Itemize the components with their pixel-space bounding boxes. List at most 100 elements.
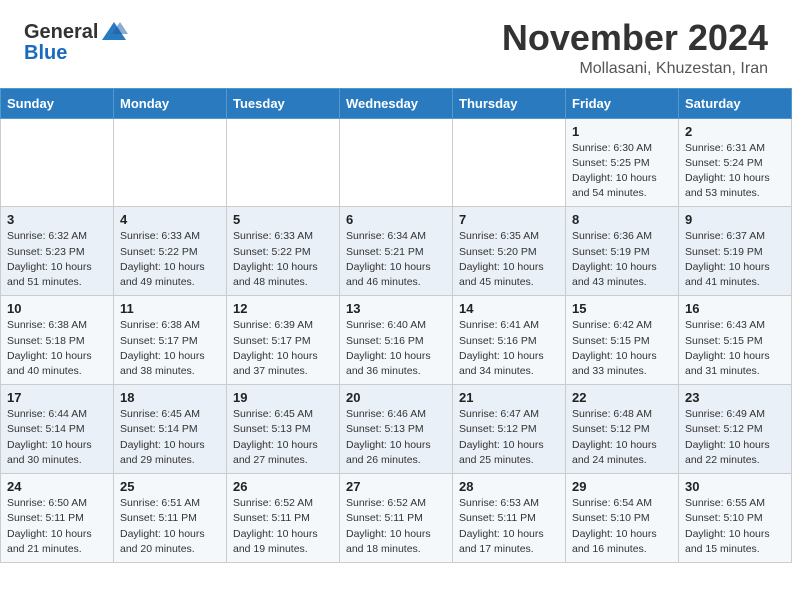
day-number: 9 bbox=[685, 212, 785, 227]
calendar-week-row: 3 Sunrise: 6:32 AM Sunset: 5:23 PM Daylig… bbox=[1, 207, 792, 296]
calendar-cell: 17 Sunrise: 6:44 AM Sunset: 5:14 PM Dayli… bbox=[1, 385, 114, 474]
day-number: 13 bbox=[346, 301, 446, 316]
day-of-week-header: Monday bbox=[114, 88, 227, 118]
logo-icon bbox=[100, 18, 128, 46]
day-number: 4 bbox=[120, 212, 220, 227]
day-info: Sunrise: 6:52 AM Sunset: 5:11 PM Dayligh… bbox=[346, 496, 446, 557]
calendar-cell: 3 Sunrise: 6:32 AM Sunset: 5:23 PM Daylig… bbox=[1, 207, 114, 296]
day-info: Sunrise: 6:46 AM Sunset: 5:13 PM Dayligh… bbox=[346, 407, 446, 468]
day-number: 18 bbox=[120, 390, 220, 405]
day-of-week-header: Saturday bbox=[679, 88, 792, 118]
calendar-cell: 30 Sunrise: 6:55 AM Sunset: 5:10 PM Dayli… bbox=[679, 474, 792, 563]
calendar-cell: 20Sunrise: 6:46 AM Sunset: 5:13 PM Dayli… bbox=[340, 385, 453, 474]
day-info: Sunrise: 6:36 AM Sunset: 5:19 PM Dayligh… bbox=[572, 229, 672, 290]
calendar-cell bbox=[340, 118, 453, 207]
day-number: 26 bbox=[233, 479, 333, 494]
day-info: Sunrise: 6:38 AM Sunset: 5:18 PM Dayligh… bbox=[7, 318, 107, 379]
day-info: Sunrise: 6:53 AM Sunset: 5:11 PM Dayligh… bbox=[459, 496, 559, 557]
day-info: Sunrise: 6:37 AM Sunset: 5:19 PM Dayligh… bbox=[685, 229, 785, 290]
day-number: 10 bbox=[7, 301, 107, 316]
calendar-cell: 19 Sunrise: 6:45 AM Sunset: 5:13 PM Dayli… bbox=[227, 385, 340, 474]
day-number: 19 bbox=[233, 390, 333, 405]
calendar-cell: 16 Sunrise: 6:43 AM Sunset: 5:15 PM Dayli… bbox=[679, 296, 792, 385]
calendar-table: SundayMondayTuesdayWednesdayThursdayFrid… bbox=[0, 88, 792, 563]
day-info: Sunrise: 6:42 AM Sunset: 5:15 PM Dayligh… bbox=[572, 318, 672, 379]
calendar-cell: 9 Sunrise: 6:37 AM Sunset: 5:19 PM Daylig… bbox=[679, 207, 792, 296]
calendar-cell bbox=[453, 118, 566, 207]
day-info: Sunrise: 6:51 AM Sunset: 5:11 PM Dayligh… bbox=[120, 496, 220, 557]
calendar-week-row: 17 Sunrise: 6:44 AM Sunset: 5:14 PM Dayli… bbox=[1, 385, 792, 474]
day-number: 11 bbox=[120, 301, 220, 316]
calendar-cell: 11 Sunrise: 6:38 AM Sunset: 5:17 PM Dayli… bbox=[114, 296, 227, 385]
calendar-cell: 18Sunrise: 6:45 AM Sunset: 5:14 PM Dayli… bbox=[114, 385, 227, 474]
day-info: Sunrise: 6:40 AM Sunset: 5:16 PM Dayligh… bbox=[346, 318, 446, 379]
calendar-cell: 13 Sunrise: 6:40 AM Sunset: 5:16 PM Dayli… bbox=[340, 296, 453, 385]
calendar-cell: 27 Sunrise: 6:52 AM Sunset: 5:11 PM Dayli… bbox=[340, 474, 453, 563]
day-number: 14 bbox=[459, 301, 559, 316]
day-info: Sunrise: 6:34 AM Sunset: 5:21 PM Dayligh… bbox=[346, 229, 446, 290]
day-number: 15 bbox=[572, 301, 672, 316]
calendar-cell: 5 Sunrise: 6:33 AM Sunset: 5:22 PM Daylig… bbox=[227, 207, 340, 296]
day-info: Sunrise: 6:30 AM Sunset: 5:25 PM Dayligh… bbox=[572, 141, 672, 202]
day-info: Sunrise: 6:49 AM Sunset: 5:12 PM Dayligh… bbox=[685, 407, 785, 468]
calendar-cell: 23 Sunrise: 6:49 AM Sunset: 5:12 PM Dayli… bbox=[679, 385, 792, 474]
calendar-cell: 7 Sunrise: 6:35 AM Sunset: 5:20 PM Daylig… bbox=[453, 207, 566, 296]
day-number: 8 bbox=[572, 212, 672, 227]
day-info: Sunrise: 6:41 AM Sunset: 5:16 PM Dayligh… bbox=[459, 318, 559, 379]
day-number: 30 bbox=[685, 479, 785, 494]
day-of-week-header: Tuesday bbox=[227, 88, 340, 118]
calendar-cell: 12Sunrise: 6:39 AM Sunset: 5:17 PM Dayli… bbox=[227, 296, 340, 385]
calendar-week-row: 1 Sunrise: 6:30 AM Sunset: 5:25 PM Daylig… bbox=[1, 118, 792, 207]
day-number: 23 bbox=[685, 390, 785, 405]
calendar-cell: 1 Sunrise: 6:30 AM Sunset: 5:25 PM Daylig… bbox=[566, 118, 679, 207]
day-number: 7 bbox=[459, 212, 559, 227]
calendar-cell: 10 Sunrise: 6:38 AM Sunset: 5:18 PM Dayli… bbox=[1, 296, 114, 385]
day-info: Sunrise: 6:31 AM Sunset: 5:24 PM Dayligh… bbox=[685, 141, 785, 202]
day-number: 16 bbox=[685, 301, 785, 316]
day-info: Sunrise: 6:45 AM Sunset: 5:13 PM Dayligh… bbox=[233, 407, 333, 468]
day-number: 17 bbox=[7, 390, 107, 405]
day-number: 28 bbox=[459, 479, 559, 494]
day-number: 1 bbox=[572, 124, 672, 139]
calendar-cell: 26Sunrise: 6:52 AM Sunset: 5:11 PM Dayli… bbox=[227, 474, 340, 563]
calendar-cell: 15 Sunrise: 6:42 AM Sunset: 5:15 PM Dayli… bbox=[566, 296, 679, 385]
day-info: Sunrise: 6:33 AM Sunset: 5:22 PM Dayligh… bbox=[233, 229, 333, 290]
calendar-week-row: 24 Sunrise: 6:50 AM Sunset: 5:11 PM Dayli… bbox=[1, 474, 792, 563]
day-number: 6 bbox=[346, 212, 446, 227]
day-info: Sunrise: 6:48 AM Sunset: 5:12 PM Dayligh… bbox=[572, 407, 672, 468]
day-number: 2 bbox=[685, 124, 785, 139]
title-block: November 2024 Mollasani, Khuzestan, Iran bbox=[502, 18, 768, 78]
day-info: Sunrise: 6:47 AM Sunset: 5:12 PM Dayligh… bbox=[459, 407, 559, 468]
day-info: Sunrise: 6:35 AM Sunset: 5:20 PM Dayligh… bbox=[459, 229, 559, 290]
calendar-cell: 2 Sunrise: 6:31 AM Sunset: 5:24 PM Daylig… bbox=[679, 118, 792, 207]
day-info: Sunrise: 6:44 AM Sunset: 5:14 PM Dayligh… bbox=[7, 407, 107, 468]
day-info: Sunrise: 6:32 AM Sunset: 5:23 PM Dayligh… bbox=[7, 229, 107, 290]
day-info: Sunrise: 6:43 AM Sunset: 5:15 PM Dayligh… bbox=[685, 318, 785, 379]
logo: General Blue bbox=[24, 18, 128, 65]
calendar-cell: 25Sunrise: 6:51 AM Sunset: 5:11 PM Dayli… bbox=[114, 474, 227, 563]
day-number: 27 bbox=[346, 479, 446, 494]
day-of-week-header: Thursday bbox=[453, 88, 566, 118]
day-info: Sunrise: 6:55 AM Sunset: 5:10 PM Dayligh… bbox=[685, 496, 785, 557]
calendar-cell: 6 Sunrise: 6:34 AM Sunset: 5:21 PM Daylig… bbox=[340, 207, 453, 296]
day-of-week-header: Wednesday bbox=[340, 88, 453, 118]
month-title: November 2024 bbox=[502, 18, 768, 58]
day-of-week-header: Sunday bbox=[1, 88, 114, 118]
day-info: Sunrise: 6:33 AM Sunset: 5:22 PM Dayligh… bbox=[120, 229, 220, 290]
calendar-cell: 21Sunrise: 6:47 AM Sunset: 5:12 PM Dayli… bbox=[453, 385, 566, 474]
calendar-cell: 8 Sunrise: 6:36 AM Sunset: 5:19 PM Daylig… bbox=[566, 207, 679, 296]
day-info: Sunrise: 6:38 AM Sunset: 5:17 PM Dayligh… bbox=[120, 318, 220, 379]
day-number: 29 bbox=[572, 479, 672, 494]
day-info: Sunrise: 6:50 AM Sunset: 5:11 PM Dayligh… bbox=[7, 496, 107, 557]
calendar-cell bbox=[114, 118, 227, 207]
location-title: Mollasani, Khuzestan, Iran bbox=[502, 60, 768, 78]
day-number: 24 bbox=[7, 479, 107, 494]
logo-general-text: General bbox=[24, 21, 98, 44]
page-header: General Blue November 2024 Mollasani, Kh… bbox=[0, 0, 792, 88]
calendar-cell bbox=[1, 118, 114, 207]
day-number: 22 bbox=[572, 390, 672, 405]
calendar-cell: 14 Sunrise: 6:41 AM Sunset: 5:16 PM Dayli… bbox=[453, 296, 566, 385]
calendar-header-row: SundayMondayTuesdayWednesdayThursdayFrid… bbox=[1, 88, 792, 118]
day-number: 3 bbox=[7, 212, 107, 227]
day-number: 5 bbox=[233, 212, 333, 227]
